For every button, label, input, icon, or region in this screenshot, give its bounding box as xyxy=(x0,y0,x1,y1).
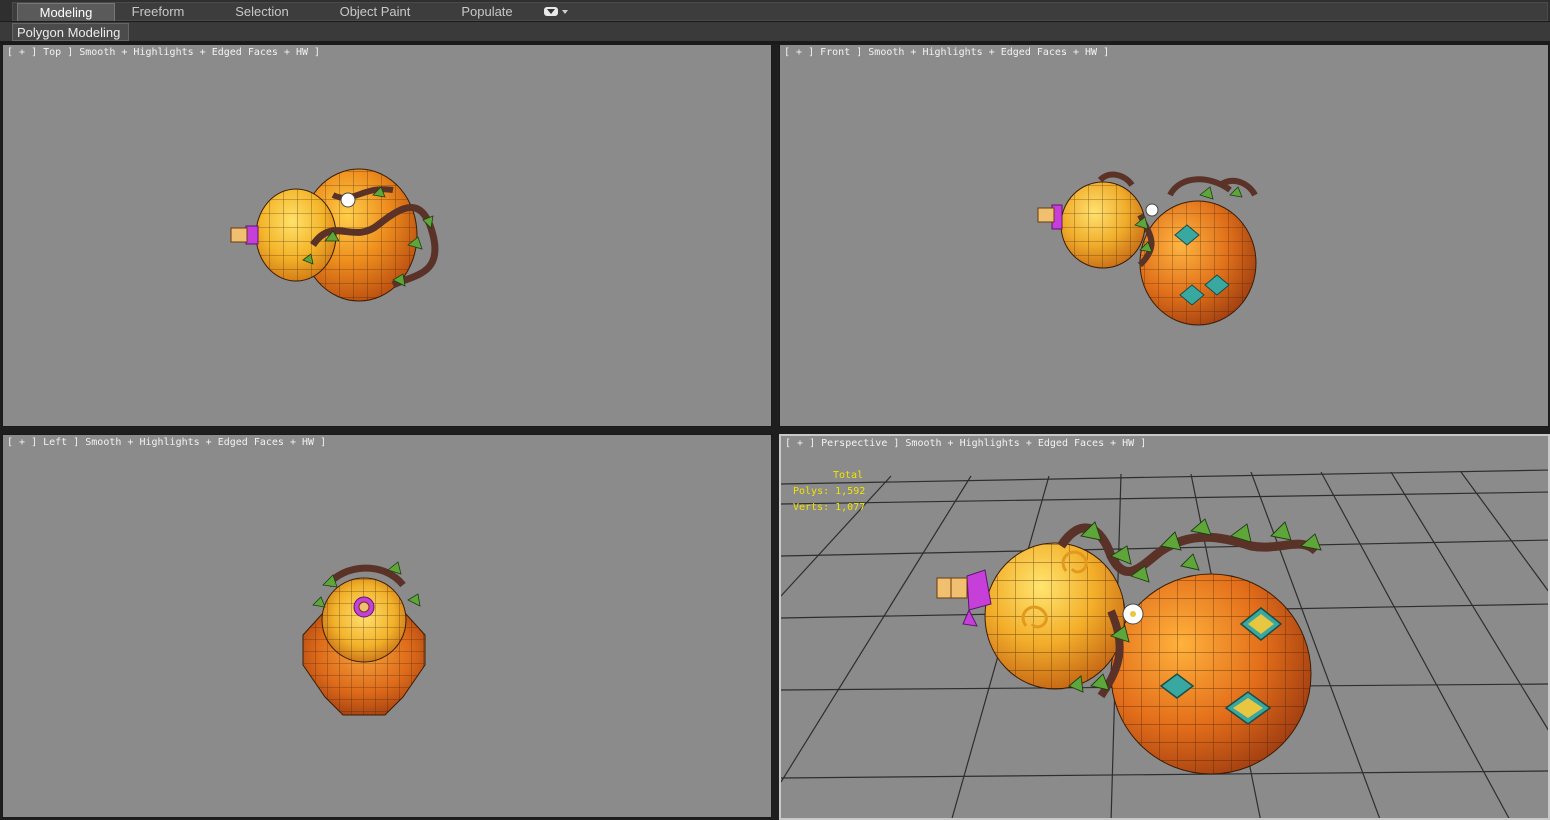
tab-freeform[interactable]: Freeform xyxy=(118,3,198,21)
stats-verts: Verts: 1,077 xyxy=(793,502,866,513)
tab-object-paint[interactable]: Object Paint xyxy=(330,3,420,21)
viewport-front[interactable]: [ + ] Front ] Smooth + Highlights + Edge… xyxy=(779,44,1549,427)
stats-polys: Polys: 1,592 xyxy=(793,486,866,497)
gourd-model-front xyxy=(1037,171,1258,326)
viewport-label-left[interactable]: [ + ] Left ] Smooth + Highlights + Edged… xyxy=(7,437,326,448)
tab-modeling[interactable]: Modeling xyxy=(17,3,115,21)
viewport-label-top[interactable]: [ + ] Top ] Smooth + Highlights + Edged … xyxy=(7,47,320,58)
ribbon: Modeling Freeform Selection Object Paint… xyxy=(0,0,1550,42)
viewport-label-perspective[interactable]: [ + ] Perspective ] Smooth + Highlights … xyxy=(785,438,1146,449)
perspective-scene xyxy=(781,469,1548,818)
gourd-model-top xyxy=(230,168,439,302)
polygon-modeling-panel-button[interactable]: Polygon Modeling xyxy=(12,23,129,41)
tab-selection[interactable]: Selection xyxy=(222,3,302,21)
ribbon-toggle-icon xyxy=(544,7,558,16)
viewport-label-front[interactable]: [ + ] Front ] Smooth + Highlights + Edge… xyxy=(784,47,1109,58)
chevron-down-icon xyxy=(562,10,568,14)
viewport-perspective[interactable]: [ + ] Perspective ] Smooth + Highlights … xyxy=(779,434,1550,820)
ribbon-options-dropdown[interactable] xyxy=(542,5,570,19)
viewport-left[interactable]: [ + ] Left ] Smooth + Highlights + Edged… xyxy=(2,434,772,818)
stats-total-label: Total xyxy=(833,470,864,481)
gourd-model-left xyxy=(302,561,426,716)
viewport-top[interactable]: [ + ] Top ] Smooth + Highlights + Edged … xyxy=(2,44,772,427)
ribbon-tab-bar: Modeling Freeform Selection Object Paint… xyxy=(0,0,1550,22)
tab-populate[interactable]: Populate xyxy=(452,3,522,21)
